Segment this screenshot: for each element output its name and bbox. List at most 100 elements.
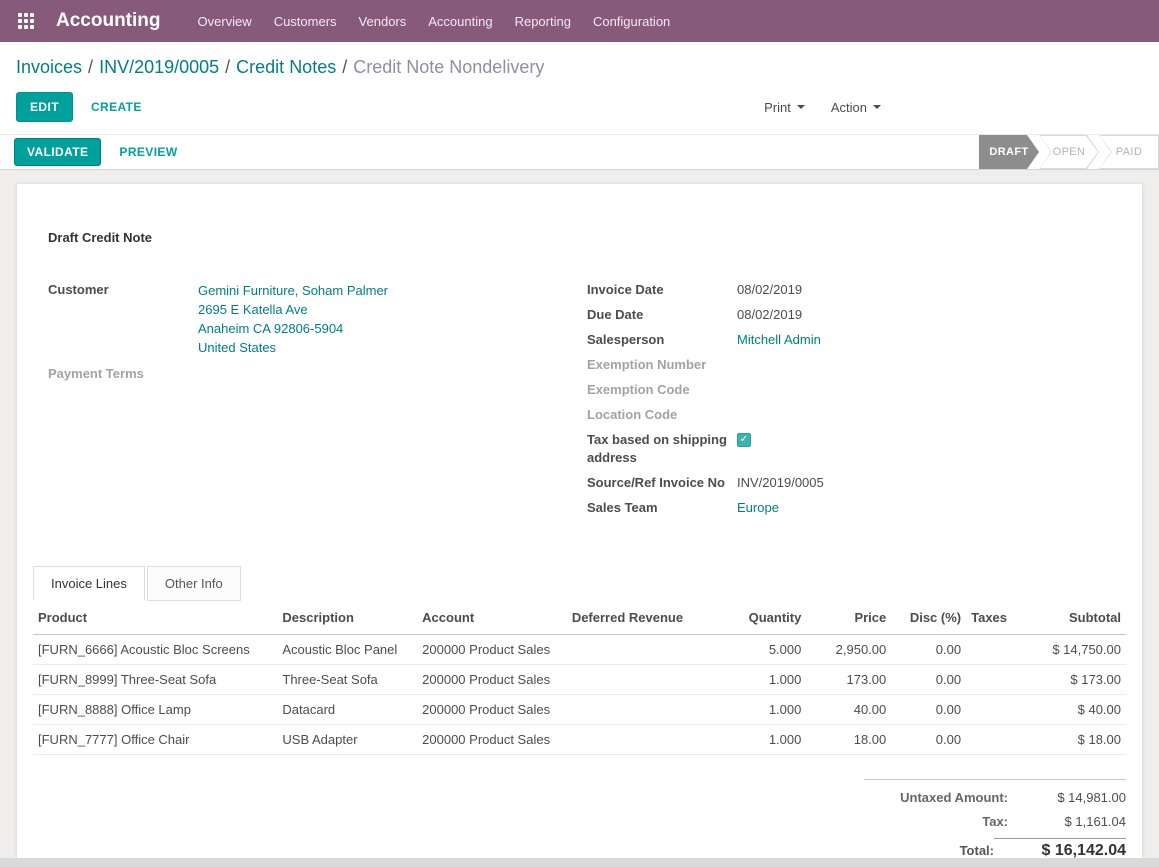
cell-description: USB Adapter (277, 725, 417, 755)
exemption-code-label: Exemption Code (587, 381, 737, 399)
breadcrumb-link-invoices[interactable]: Invoices (16, 57, 82, 77)
nav-item-configuration[interactable]: Configuration (582, 0, 681, 42)
exemption-number-label: Exemption Number (587, 356, 737, 374)
print-dropdown-button[interactable]: Print (764, 100, 805, 115)
caret-down-icon (797, 105, 805, 109)
left-field-column: Customer Gemini Furniture, Soham Palmer … (48, 281, 587, 524)
table-header-row: Product Description Account Deferred Rev… (33, 601, 1126, 635)
cell-product: [FURN_8888] Office Lamp (33, 695, 277, 725)
action-label: Action (831, 100, 867, 115)
caret-down-icon (873, 105, 881, 109)
nav-item-vendors[interactable]: Vendors (348, 0, 418, 42)
untaxed-amount-value: $ 14,981.00 (1008, 790, 1126, 805)
cell-deferred (567, 725, 722, 755)
invoice-line-row[interactable]: [FURN_7777] Office Chair USB Adapter 200… (33, 725, 1126, 755)
check-icon: ✓ (740, 434, 748, 445)
col-header-description: Description (277, 601, 417, 635)
customer-name-link[interactable]: Gemini Furniture, Soham Palmer (198, 283, 388, 298)
salesperson-label: Salesperson (587, 331, 737, 349)
status-step-label: PAID (1116, 146, 1142, 158)
cell-price: 18.00 (806, 725, 891, 755)
bottom-scrollbar[interactable] (0, 858, 1159, 867)
source-ref-value: INV/2019/0005 (737, 474, 824, 492)
validate-button[interactable]: VALIDATE (14, 138, 101, 166)
cell-quantity: 1.000 (721, 695, 806, 725)
breadcrumb-separator: / (342, 57, 347, 77)
cell-account: 200000 Product Sales (417, 635, 567, 665)
cell-quantity: 1.000 (721, 725, 806, 755)
tab-invoice-lines[interactable]: Invoice Lines (33, 566, 145, 601)
sales-team-link[interactable]: Europe (737, 500, 779, 515)
invoice-date-label: Invoice Date (587, 281, 737, 299)
cell-deferred (567, 635, 722, 665)
cell-taxes (966, 635, 1021, 665)
customer-label: Customer (48, 281, 198, 299)
status-step-label: DRAFT (989, 146, 1028, 158)
tab-other-info[interactable]: Other Info (147, 566, 241, 601)
cell-deferred (567, 695, 722, 725)
nav-item-accounting[interactable]: Accounting (417, 0, 503, 42)
location-code-label: Location Code (587, 406, 737, 424)
sales-team-label: Sales Team (587, 499, 737, 517)
totals-section: Untaxed Amount: $ 14,981.00 Tax: $ 1,161… (864, 779, 1126, 866)
due-date-value: 08/02/2019 (737, 306, 802, 324)
cell-taxes (966, 725, 1021, 755)
cell-disc: 0.00 (891, 695, 966, 725)
invoice-line-row[interactable]: [FURN_8999] Three-Seat Sofa Three-Seat S… (33, 665, 1126, 695)
customer-address: Gemini Furniture, Soham Palmer 2695 E Ka… (198, 281, 388, 357)
breadcrumb-current: Credit Note Nondelivery (353, 57, 544, 77)
cell-price: 40.00 (806, 695, 891, 725)
cell-account: 200000 Product Sales (417, 665, 567, 695)
cell-description: Three-Seat Sofa (277, 665, 417, 695)
main-menu: Overview Customers Vendors Accounting Re… (187, 0, 682, 42)
breadcrumb-separator: / (225, 57, 230, 77)
breadcrumb-link-credit-notes[interactable]: Credit Notes (236, 57, 336, 77)
cell-deferred (567, 665, 722, 695)
cell-price: 2,950.00 (806, 635, 891, 665)
customer-country-link[interactable]: United States (198, 340, 276, 355)
notebook-tabs: Invoice Lines Other Info (33, 566, 1126, 601)
invoice-line-row[interactable]: [FURN_8888] Office Lamp Datacard 200000 … (33, 695, 1126, 725)
nav-item-customers[interactable]: Customers (263, 0, 348, 42)
col-header-disc: Disc (%) (891, 601, 966, 635)
status-step-paid[interactable]: PAID (1099, 135, 1159, 169)
status-step-open[interactable]: OPEN (1039, 135, 1099, 169)
status-step-label: OPEN (1053, 146, 1086, 158)
cell-account: 200000 Product Sales (417, 725, 567, 755)
invoice-date-value: 08/02/2019 (737, 281, 802, 299)
customer-city-link[interactable]: Anaheim CA 92806-5904 (198, 321, 343, 336)
col-header-subtotal: Subtotal (1021, 601, 1126, 635)
due-date-label: Due Date (587, 306, 737, 324)
apps-menu-icon[interactable] (18, 13, 34, 29)
breadcrumb-link-invoice-number[interactable]: INV/2019/0005 (99, 57, 219, 77)
cell-product: [FURN_7777] Office Chair (33, 725, 277, 755)
col-header-account: Account (417, 601, 567, 635)
status-step-draft[interactable]: DRAFT (979, 135, 1039, 169)
tax-shipping-checkbox[interactable]: ✓ (737, 433, 751, 447)
cell-quantity: 5.000 (721, 635, 806, 665)
col-header-product: Product (33, 601, 277, 635)
tax-shipping-label: Tax based on shipping address (587, 431, 737, 467)
cell-taxes (966, 695, 1021, 725)
app-title[interactable]: Accounting (56, 10, 161, 32)
action-dropdown-button[interactable]: Action (831, 100, 881, 115)
preview-button[interactable]: PREVIEW (107, 137, 189, 167)
edit-button[interactable]: EDIT (16, 92, 73, 122)
nav-item-reporting[interactable]: Reporting (504, 0, 582, 42)
create-button[interactable]: CREATE (79, 92, 154, 122)
col-header-quantity: Quantity (721, 601, 806, 635)
customer-street-link[interactable]: 2695 E Katella Ave (198, 302, 308, 317)
payment-terms-label: Payment Terms (48, 365, 198, 383)
control-panel: Invoices/INV/2019/0005/Credit Notes/Cred… (0, 42, 1159, 134)
cell-taxes (966, 665, 1021, 695)
statusbar: VALIDATE PREVIEW DRAFT OPEN PAID (0, 134, 1159, 170)
col-header-taxes: Taxes (966, 601, 1021, 635)
cell-subtotal: $ 18.00 (1021, 725, 1126, 755)
tax-label: Tax: (982, 814, 1008, 829)
salesperson-link[interactable]: Mitchell Admin (737, 332, 821, 347)
cell-subtotal: $ 173.00 (1021, 665, 1126, 695)
cell-subtotal: $ 40.00 (1021, 695, 1126, 725)
invoice-lines-table: Product Description Account Deferred Rev… (33, 601, 1126, 755)
nav-item-overview[interactable]: Overview (187, 0, 263, 42)
invoice-line-row[interactable]: [FURN_6666] Acoustic Bloc Screens Acoust… (33, 635, 1126, 665)
